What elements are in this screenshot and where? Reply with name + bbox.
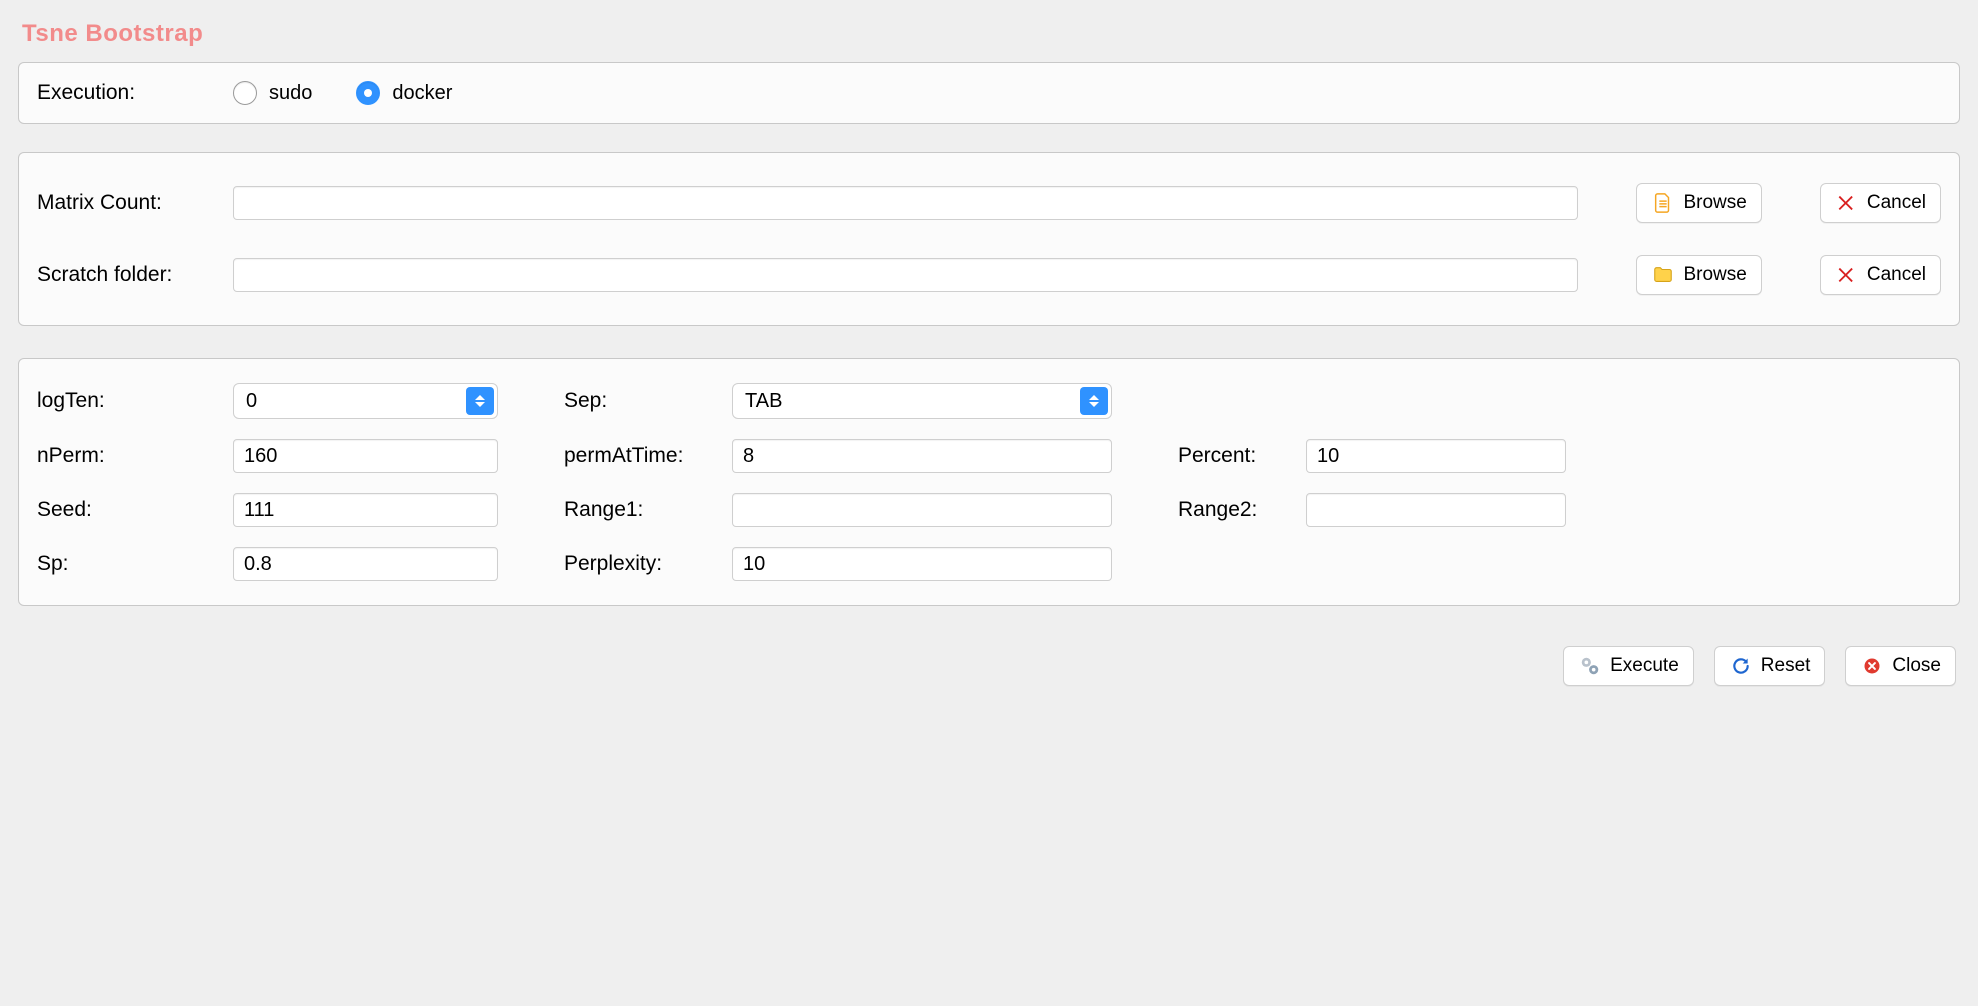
close-button[interactable]: Close <box>1845 646 1956 686</box>
execution-label: Execution: <box>37 81 215 105</box>
nperm-label: nPerm: <box>37 444 215 468</box>
scratch-folder-label: Scratch folder: <box>37 263 215 287</box>
button-label: Browse <box>1683 264 1746 286</box>
button-label: Execute <box>1610 655 1679 677</box>
file-icon <box>1651 191 1675 215</box>
chevron-updown-icon <box>1080 387 1108 415</box>
select-value: 0 <box>246 390 257 413</box>
chevron-updown-icon <box>466 387 494 415</box>
percent-input[interactable] <box>1306 439 1566 473</box>
files-panel: Matrix Count: Browse Cancel Scratch fold… <box>18 152 1960 326</box>
scratch-folder-input[interactable] <box>233 258 1578 292</box>
logten-label: logTen: <box>37 389 215 413</box>
button-label: Cancel <box>1867 192 1926 214</box>
permattime-input[interactable] <box>732 439 1112 473</box>
range2-label: Range2: <box>1178 498 1288 522</box>
perplexity-label: Perplexity: <box>564 552 714 576</box>
range1-input[interactable] <box>732 493 1112 527</box>
select-value: TAB <box>745 390 782 413</box>
matrix-count-input[interactable] <box>233 186 1578 220</box>
radio-icon <box>356 81 380 105</box>
scratch-browse-button[interactable]: Browse <box>1636 255 1761 295</box>
execution-radio-group: sudo docker <box>233 81 452 105</box>
button-label: Close <box>1892 655 1941 677</box>
execution-radio-docker[interactable]: docker <box>356 81 452 105</box>
gears-icon <box>1578 654 1602 678</box>
reset-button[interactable]: Reset <box>1714 646 1826 686</box>
button-label: Cancel <box>1867 264 1926 286</box>
sep-label: Sep: <box>564 389 714 413</box>
cancel-x-icon <box>1835 191 1859 215</box>
radio-icon <box>233 81 257 105</box>
params-panel: logTen: 0 Sep: TAB nPerm: permAtTime: Pe… <box>18 358 1960 606</box>
perplexity-input[interactable] <box>732 547 1112 581</box>
logten-select[interactable]: 0 <box>233 383 498 419</box>
refresh-icon <box>1729 654 1753 678</box>
sp-label: Sp: <box>37 552 215 576</box>
radio-label: docker <box>392 82 452 105</box>
matrix-cancel-button[interactable]: Cancel <box>1820 183 1941 223</box>
matrix-browse-button[interactable]: Browse <box>1636 183 1761 223</box>
seed-input[interactable] <box>233 493 498 527</box>
scratch-cancel-button[interactable]: Cancel <box>1820 255 1941 295</box>
range2-input[interactable] <box>1306 493 1566 527</box>
button-label: Browse <box>1683 192 1746 214</box>
execution-panel: Execution: sudo docker <box>18 62 1960 124</box>
footer-bar: Execute Reset Close <box>18 638 1960 686</box>
button-label: Reset <box>1761 655 1811 677</box>
sep-select[interactable]: TAB <box>732 383 1112 419</box>
execute-button[interactable]: Execute <box>1563 646 1694 686</box>
matrix-count-label: Matrix Count: <box>37 191 215 215</box>
close-circle-icon <box>1860 654 1884 678</box>
seed-label: Seed: <box>37 498 215 522</box>
range1-label: Range1: <box>564 498 714 522</box>
execution-radio-sudo[interactable]: sudo <box>233 81 312 105</box>
nperm-input[interactable] <box>233 439 498 473</box>
page-title: Tsne Bootstrap <box>18 12 1960 62</box>
folder-icon <box>1651 263 1675 287</box>
sp-input[interactable] <box>233 547 498 581</box>
percent-label: Percent: <box>1178 444 1288 468</box>
permattime-label: permAtTime: <box>564 444 714 468</box>
radio-label: sudo <box>269 82 312 105</box>
cancel-x-icon <box>1835 263 1859 287</box>
